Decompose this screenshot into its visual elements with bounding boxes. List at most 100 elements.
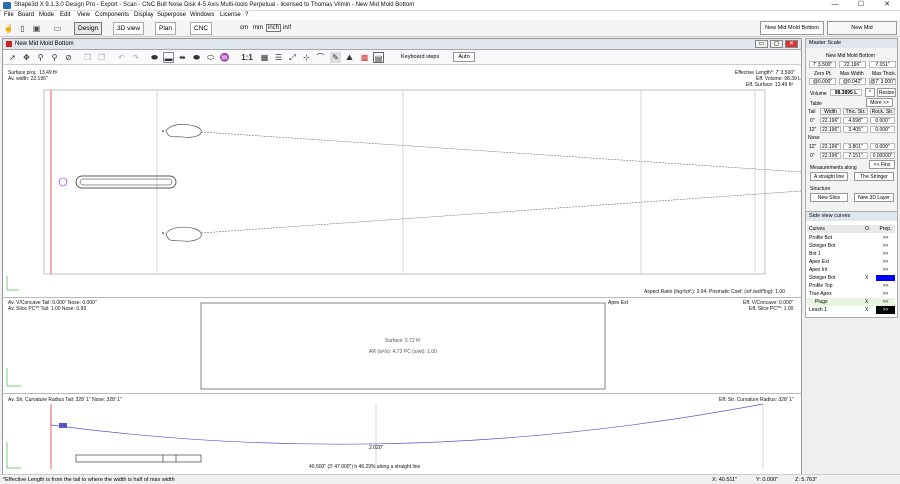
slice-icon[interactable]: ⬌ [177, 52, 188, 63]
board-tab-2[interactable]: New Mid [827, 21, 897, 35]
3d-view-button[interactable]: 3D view [113, 22, 145, 35]
more-button[interactable]: More >> [866, 98, 893, 107]
nose-row-0-thick[interactable]: 3.801" [843, 143, 868, 150]
table-icon[interactable]: ▤ [373, 52, 384, 63]
tail-row-0-thick[interactable]: 4.698" [843, 117, 868, 124]
restore-window-button[interactable]: ▭ [755, 40, 768, 48]
nose-row-1-thick[interactable]: 7.151" [843, 152, 868, 159]
zero-pt-field[interactable]: @0.000" [809, 78, 836, 85]
fins-button[interactable]: << Fins [869, 160, 895, 169]
straight-line-button[interactable]: A straight line [810, 172, 848, 181]
curve-prop[interactable]: >> [876, 234, 895, 242]
volume-field[interactable]: 98.3895 L [830, 89, 862, 96]
nose-row-0-rocker[interactable]: 0.000" [870, 143, 895, 150]
measure-icon[interactable]: ⊘ [63, 52, 74, 63]
curve-row[interactable]: Profile Top >> [807, 282, 895, 290]
menu-board[interactable]: Board [18, 12, 34, 18]
curve-prop[interactable]: >> [876, 282, 895, 290]
width-field[interactable]: 22.196" [839, 61, 866, 68]
tail-row-1-rocker[interactable]: 0.000" [870, 126, 895, 133]
nose-row-1-width[interactable]: 22.196" [820, 152, 841, 159]
snap-icon[interactable]: ⤢ [287, 52, 298, 63]
tail-row-1-thick[interactable]: 3.405" [843, 126, 868, 133]
shape-icon[interactable]: ♒ [219, 52, 230, 63]
curve-row[interactable]: True Apex >> [807, 290, 895, 298]
slice-view-canvas[interactable] [3, 298, 801, 394]
maximize-button[interactable]: ☐ [848, 0, 874, 10]
unit-cm[interactable]: cm [240, 25, 248, 31]
colors-icon[interactable]: ▩ [359, 52, 370, 63]
menu-help[interactable]: ? [245, 12, 248, 18]
unit-inf[interactable]: in/f [283, 25, 291, 31]
close-button[interactable]: ✕ [874, 0, 900, 10]
curve-prop[interactable]: >> [876, 290, 895, 298]
board-outline-icon[interactable]: ⬬ [149, 52, 160, 63]
move-icon[interactable]: ✥ [21, 52, 32, 63]
new-slice-button[interactable]: New Slice [810, 193, 848, 202]
top-view-panel[interactable]: Surface proj.: 13.49 ft² Av. width: 22.1… [3, 66, 801, 298]
menu-display[interactable]: Display [134, 12, 154, 18]
curve-o[interactable]: X [865, 306, 868, 314]
chart-icon[interactable]: ⛰ [344, 52, 355, 63]
pencil-icon[interactable]: ✎ [330, 52, 341, 63]
curve-o[interactable]: X [865, 274, 868, 282]
curve-o[interactable]: X [865, 298, 868, 306]
points-icon[interactable]: ⊹ [301, 52, 312, 63]
curve-row[interactable]: Profile Bot >> [807, 234, 895, 242]
zoom-out-icon[interactable]: ⚲ [49, 52, 60, 63]
side-view-canvas[interactable] [3, 394, 801, 474]
thickness-field[interactable]: 7.151" [869, 61, 896, 68]
redo-icon[interactable]: ↷ [130, 52, 141, 63]
nose-row-1-rocker[interactable]: 0.00000" [870, 152, 895, 159]
curve-row[interactable]: Plugs X << [807, 298, 895, 306]
resize-button[interactable]: Resize [877, 88, 896, 97]
profile-icon[interactable]: ▬ [163, 52, 174, 63]
slice-view-panel[interactable]: Av. V/Concave Tail: 0.000" Nose: 0.000" … [3, 298, 801, 394]
curve-prop[interactable]: >> [876, 258, 895, 266]
max-thick-pos-field[interactable]: @7' 3.000" [869, 78, 896, 85]
curve-row[interactable]: Apex Ext >> [807, 258, 895, 266]
curve-color-swatch[interactable] [876, 275, 895, 281]
volume-lock-button[interactable]: * [865, 88, 875, 97]
curve-row[interactable]: Leash 1 X >> [807, 306, 895, 314]
fin-icon[interactable]: ⬬ [191, 52, 202, 63]
max-width-pos-field[interactable]: @0.042" [839, 78, 866, 85]
tail-row-1-width[interactable]: 22.196" [820, 126, 841, 133]
curve-prop[interactable]: >> [876, 242, 895, 250]
deck-icon[interactable]: ⬭ [205, 52, 216, 63]
minimize-button[interactable]: — [822, 0, 848, 10]
curve-prop[interactable]: >> [876, 306, 895, 314]
menu-mode[interactable]: Mode [39, 12, 54, 18]
menu-file[interactable]: File [4, 12, 14, 18]
cnc-button[interactable]: CNC [190, 22, 213, 35]
tail-row-0-rocker[interactable]: 0.000" [870, 117, 895, 124]
grid-icon[interactable]: ▦ [259, 52, 270, 63]
unit-mm[interactable]: mm [253, 25, 263, 31]
menu-edit[interactable]: Edit [60, 12, 70, 18]
plan-button[interactable]: Plan [155, 22, 177, 35]
tail-row-0-width[interactable]: 22.196" [820, 117, 841, 124]
rocker-icon[interactable]: ⌒ [315, 52, 326, 63]
curve-row[interactable]: Apex Int >> [807, 266, 895, 274]
menu-view[interactable]: View [77, 12, 90, 18]
side-view-panel[interactable]: Av. Str. Curvature Radius Tail: 328' 1" … [3, 394, 801, 474]
curve-row[interactable]: Stringer Bot X [807, 274, 895, 282]
new-3d-layer-button[interactable]: New 3D Layer [854, 193, 894, 202]
nose-row-0-width[interactable]: 22.196" [820, 143, 841, 150]
curve-row[interactable]: Bot 1 >> [807, 250, 895, 258]
auto-step-button[interactable]: Auto [453, 52, 475, 62]
select-icon[interactable]: ➚ [7, 52, 18, 63]
zoom-icon[interactable]: ⚲ [35, 52, 46, 63]
top-view-canvas[interactable] [3, 66, 801, 298]
length-field[interactable]: 7' 3.500" [809, 61, 836, 68]
pointer-icon[interactable]: ☝ [3, 23, 14, 34]
new-file-icon[interactable]: ▯ [17, 23, 28, 34]
curve-prop[interactable]: >> [876, 266, 895, 274]
board-tab-active[interactable]: New Mid Mold Bottom [760, 21, 824, 35]
menu-components[interactable]: Components [95, 12, 129, 18]
stringer-button[interactable]: The Stringer [854, 172, 894, 181]
scale-label[interactable]: 1:1 [239, 52, 255, 63]
curve-row[interactable]: Stringer Bot >> [807, 242, 895, 250]
undo-icon[interactable]: ↶ [116, 52, 127, 63]
copy-icon[interactable]: ❐ [82, 52, 93, 63]
